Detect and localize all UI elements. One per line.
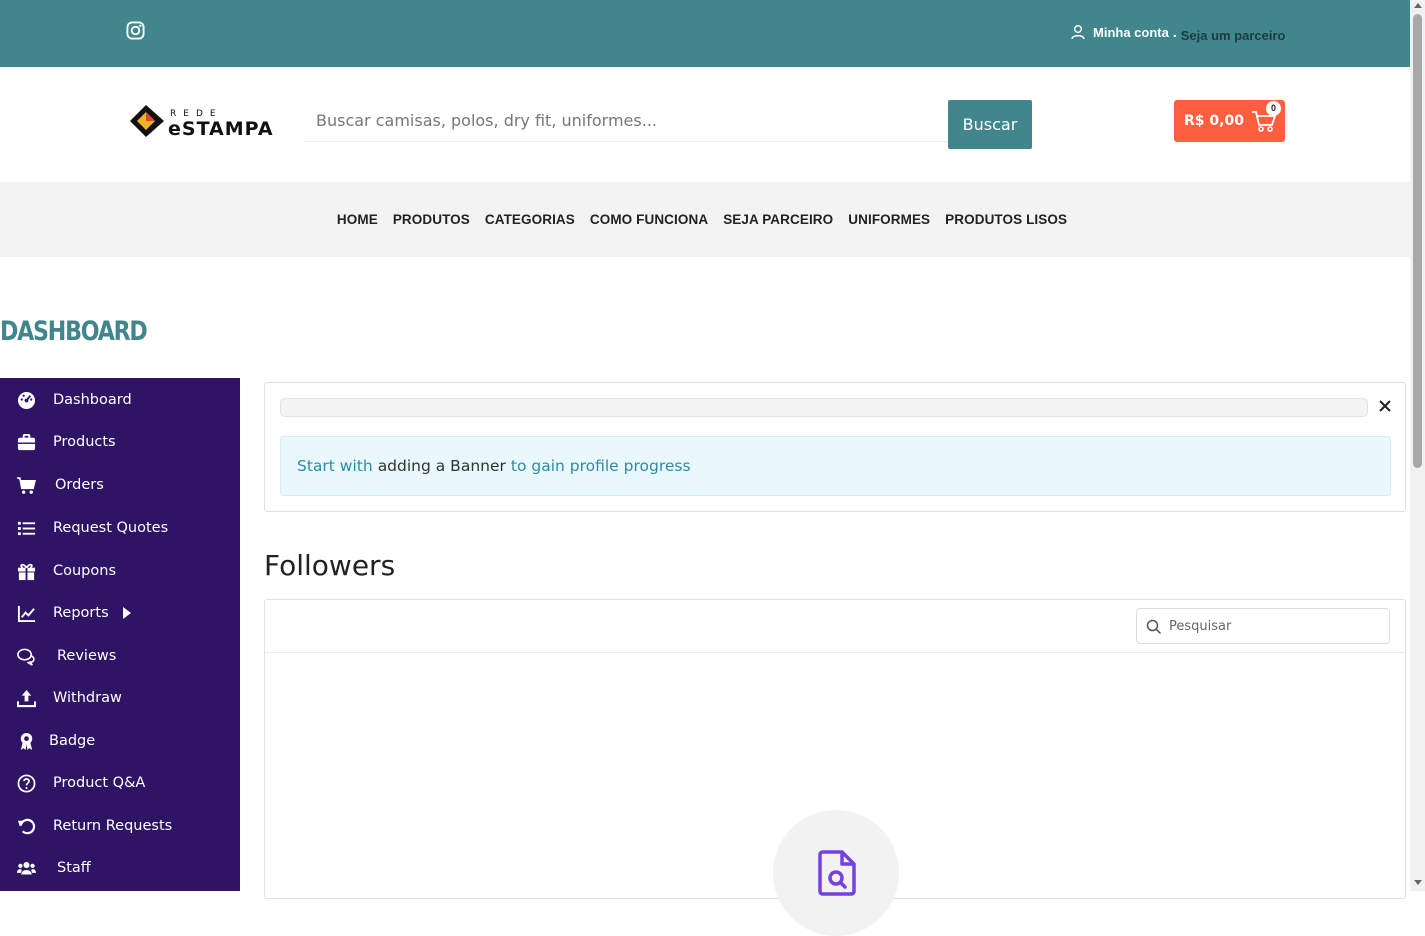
nav-uniformes[interactable]: UNIFORMES xyxy=(848,212,930,227)
nav-produtos-lisos[interactable]: PRODUTOS LISOS xyxy=(945,212,1067,227)
partner-link[interactable]: Seja um parceiro xyxy=(1181,28,1286,43)
user-icon xyxy=(1071,25,1085,40)
gain-progress-link[interactable]: to gain profile progress xyxy=(511,457,691,475)
followers-table xyxy=(264,599,1406,936)
list-icon xyxy=(17,521,36,535)
sidebar-item-label: Badge xyxy=(49,733,96,749)
sidebar-item-label: Return Requests xyxy=(53,818,173,834)
sidebar-item-label: Withdraw xyxy=(53,690,122,706)
comments-icon xyxy=(17,648,35,666)
account-links: Minha conta . Seja um parceiro xyxy=(1070,22,1286,43)
progress-alert: Start with adding a Banner to gain profi… xyxy=(280,436,1391,496)
sidebar-item-label: Product Q&A xyxy=(53,775,146,791)
sidebar-item-staff[interactable]: Staff xyxy=(0,853,240,883)
nav-seja-parceiro[interactable]: SEJA PARCEIRO xyxy=(723,212,833,227)
profile-progress-card: Start with adding a Banner to gain profi… xyxy=(264,382,1406,512)
followers-title: Followers xyxy=(264,549,396,582)
question-icon xyxy=(17,774,36,792)
my-account-link[interactable]: Minha conta xyxy=(1093,25,1169,40)
upload-icon xyxy=(17,689,36,707)
award-icon xyxy=(20,732,33,750)
scroll-down-arrow-icon[interactable] xyxy=(1414,880,1422,885)
logo-main-text: eSTAMPA xyxy=(168,118,273,140)
sidebar-item-product-qa[interactable]: Product Q&A xyxy=(0,768,240,798)
sidebar-item-label: Orders xyxy=(55,477,104,493)
instagram-icon[interactable] xyxy=(126,21,145,40)
sidebar-item-label: Request Quotes xyxy=(53,520,169,536)
logo[interactable]: REDE eSTAMPA xyxy=(128,100,273,142)
gift-icon xyxy=(17,563,36,580)
caret-right-icon[interactable] xyxy=(123,607,131,619)
search-button[interactable]: Buscar xyxy=(948,100,1032,149)
chart-line-icon xyxy=(17,605,36,622)
sidebar-item-reports[interactable]: Reports xyxy=(0,598,240,628)
sidebar-item-label: Reports xyxy=(53,605,109,621)
sidebar-item-dashboard[interactable]: Dashboard xyxy=(0,385,240,415)
empty-state xyxy=(773,810,899,936)
sidebar-item-coupons[interactable]: Coupons xyxy=(0,556,240,586)
sidebar-item-label: Staff xyxy=(57,860,91,876)
cart-icon xyxy=(17,476,36,494)
nav-produtos[interactable]: PRODUTOS xyxy=(393,212,470,227)
profile-progress-bar xyxy=(280,398,1368,417)
dashboard-icon xyxy=(17,391,36,409)
sidebar-item-label: Dashboard xyxy=(53,392,132,408)
followers-search xyxy=(1136,608,1390,644)
sidebar-item-orders[interactable]: Orders xyxy=(0,470,240,500)
sidebar-item-label: Reviews xyxy=(57,648,117,664)
separator: . xyxy=(1172,24,1177,40)
nav-categorias[interactable]: CATEGORIAS xyxy=(485,212,575,227)
main-nav: HOME PRODUTOS CATEGORIAS COMO FUNCIONA S… xyxy=(0,182,1410,257)
users-icon xyxy=(17,861,36,875)
nav-como-funciona[interactable]: COMO FUNCIONA xyxy=(590,212,708,227)
followers-search-input[interactable] xyxy=(1167,609,1382,643)
alert-text: adding a Banner xyxy=(377,457,506,475)
page-scrollbar[interactable] xyxy=(1410,0,1425,891)
sidebar-item-request-quotes[interactable]: Request Quotes xyxy=(0,513,240,543)
page-title: DASHBOARD xyxy=(0,316,148,347)
search-input[interactable] xyxy=(303,100,949,141)
sidebar-item-label: Products xyxy=(53,434,116,450)
cart-total: R$ 0,00 xyxy=(1184,113,1244,129)
sidebar-item-withdraw[interactable]: Withdraw xyxy=(0,683,240,713)
followers-toolbar xyxy=(265,600,1405,653)
cart-count-badge: 0 xyxy=(1266,101,1281,116)
sidebar-item-products[interactable]: Products xyxy=(0,427,240,457)
sidebar-item-return-requests[interactable]: Return Requests xyxy=(0,811,240,841)
sidebar-item-label: Coupons xyxy=(53,563,117,579)
sidebar-item-reviews[interactable]: Reviews xyxy=(0,641,240,671)
search-bar xyxy=(303,100,949,142)
cart-button[interactable]: R$ 0,00 0 xyxy=(1174,100,1285,142)
search-icon xyxy=(1146,619,1162,635)
sidebar: Dashboard Products Orders Request Quotes… xyxy=(0,378,240,891)
briefcase-icon xyxy=(17,433,36,450)
file-search-icon xyxy=(818,850,856,896)
scroll-up-arrow-icon[interactable] xyxy=(1414,3,1422,8)
start-with-link[interactable]: Start with xyxy=(297,457,373,475)
top-bar: Minha conta . Seja um parceiro xyxy=(0,0,1410,67)
close-icon[interactable] xyxy=(1378,399,1392,413)
sidebar-item-badge[interactable]: Badge xyxy=(0,726,240,756)
header: REDE eSTAMPA Buscar R$ 0,00 0 xyxy=(0,67,1410,182)
scrollbar-thumb[interactable] xyxy=(1413,14,1422,468)
undo-icon xyxy=(17,818,36,834)
nav-home[interactable]: HOME xyxy=(337,212,378,227)
